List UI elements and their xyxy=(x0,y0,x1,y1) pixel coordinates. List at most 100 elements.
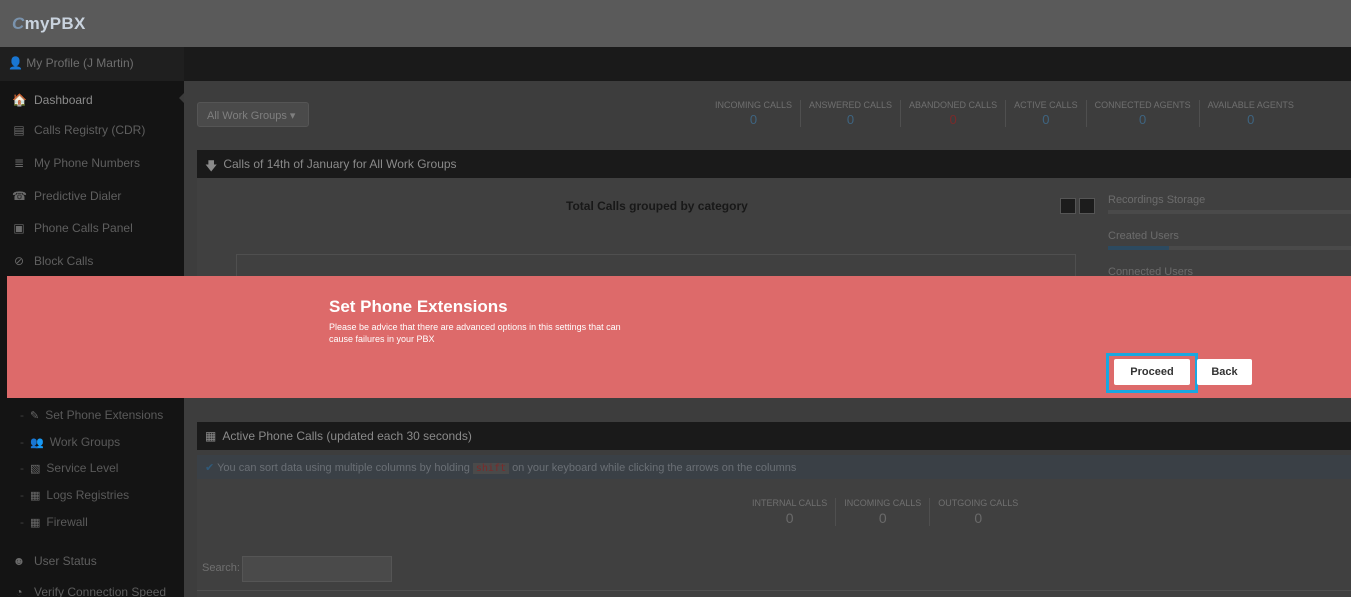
active-calls-header[interactable]: ▦ Active Phone Calls (updated each 30 se… xyxy=(197,422,1351,450)
side-metrics: Recordings Storage Created Users Connect… xyxy=(1108,194,1351,282)
section-title: Calls of 14th of January for All Work Gr… xyxy=(223,157,457,171)
menu-icon: ≣ xyxy=(13,156,25,170)
sidebar-item-label: Dashboard xyxy=(34,93,93,107)
stat-label: INCOMING CALLS xyxy=(844,498,922,508)
panel-icon: ▣ xyxy=(13,221,25,235)
stat-value: 0 xyxy=(974,510,983,526)
app-logo[interactable]: CmyPBX xyxy=(12,14,86,34)
menu-icon[interactable] xyxy=(1079,198,1095,214)
header-strip xyxy=(184,47,1351,81)
dashboard-stats: INCOMING CALLS 0 ANSWERED CALLS 0 ABANDO… xyxy=(707,100,1302,127)
arrow-down-icon: 🡇 xyxy=(205,159,218,173)
sidebar-item-block-calls[interactable]: ⊘ Block Calls xyxy=(0,245,184,277)
info-text: on your keyboard while clicking the arro… xyxy=(512,462,797,474)
stat-active-calls: ACTIVE CALLS 0 xyxy=(1005,100,1086,127)
metric-fill xyxy=(1108,246,1169,250)
stat-label: ABANDONED CALLS xyxy=(909,100,998,110)
metric-label: Recordings Storage xyxy=(1108,194,1206,206)
user-status-icon: ☻ xyxy=(12,554,26,568)
chart-title: Total Calls grouped by category xyxy=(566,199,748,213)
sidebar-subitem-label: Set Phone Extensions xyxy=(45,408,164,422)
sidebar-subitem-firewall[interactable]: - ▦ Firewall xyxy=(0,509,184,535)
stat-internal-calls: INTERNAL CALLS 0 xyxy=(744,498,835,526)
tree-dash: - xyxy=(20,461,24,475)
user-icon: 👤 xyxy=(8,56,23,70)
sidebar-item-label: Phone Calls Panel xyxy=(34,221,133,235)
stat-value: 0 xyxy=(846,112,855,127)
sidebar-item-label: My Phone Numbers xyxy=(34,156,141,170)
image-icon: ▧ xyxy=(30,462,41,475)
users-icon: 👥 xyxy=(30,436,44,449)
profile-label: My Profile (J Martin) xyxy=(26,56,134,70)
tree-dash: - xyxy=(20,488,24,502)
table-icon: ▦ xyxy=(205,429,217,443)
alert-title: Set Phone Extensions xyxy=(329,297,508,316)
home-icon: 🏠 xyxy=(12,93,27,107)
stat-label: AVAILABLE AGENTS xyxy=(1207,100,1294,110)
metric-label: Created Users xyxy=(1108,230,1179,242)
stat-value: 0 xyxy=(1247,112,1255,127)
tree-dash: - xyxy=(20,435,24,449)
stat-value: 0 xyxy=(878,510,887,526)
sidebar-item-predictive-dialer[interactable]: ☎ Predictive Dialer xyxy=(0,180,184,212)
tree-dash: - xyxy=(20,408,24,422)
sidebar-subitem-label: Service Level xyxy=(46,461,119,475)
sidebar-subitem-service-level[interactable]: - ▧ Service Level xyxy=(0,455,184,481)
sidebar-subitem-logs-registries[interactable]: - ▦ Logs Registries xyxy=(0,482,184,508)
sidebar-subitem-label: Firewall xyxy=(46,515,88,529)
stat-value: 0 xyxy=(1139,112,1147,127)
calls-section-header[interactable]: 🡇 Calls of 14th of January for All Work … xyxy=(197,150,1351,178)
sort-info-bar: ✔ You can sort data using multiple colum… xyxy=(197,455,1351,479)
sidebar-item-phone-calls-panel[interactable]: ▣ Phone Calls Panel xyxy=(0,212,184,244)
sidebar-item-label: Calls Registry (CDR) xyxy=(34,123,146,137)
stat-answered-calls: ANSWERED CALLS 0 xyxy=(800,100,900,127)
sidebar-item-calls-registry[interactable]: ▤ Calls Registry (CDR) xyxy=(0,114,184,146)
sidebar-item-verify-connection-speed[interactable]: ◔ Verify Connection Speed xyxy=(0,576,184,597)
edit-icon: ✎ xyxy=(30,409,40,422)
stat-incoming-calls: INCOMING CALLS 0 xyxy=(707,100,800,127)
chart-area xyxy=(236,254,1076,276)
sidebar-item-label: Verify Connection Speed xyxy=(34,585,167,597)
section-title: Active Phone Calls (updated each 30 seco… xyxy=(222,429,472,443)
stat-label: INTERNAL CALLS xyxy=(752,498,828,508)
work-groups-dropdown[interactable]: All Work Groups ▾ xyxy=(197,102,309,127)
stat-label: ANSWERED CALLS xyxy=(809,100,893,110)
sidebar-item-phone-numbers[interactable]: ≣ My Phone Numbers xyxy=(0,147,184,179)
table-header xyxy=(197,590,1351,597)
stat-value: 0 xyxy=(785,510,794,526)
sidebar-profile[interactable]: 👤 My Profile (J Martin) xyxy=(0,47,184,81)
speed-icon: ◔ xyxy=(15,585,23,597)
logo-text: myPBX xyxy=(24,14,86,33)
stat-label: OUTGOING CALLS xyxy=(938,498,1019,508)
active-calls-stats: INTERNAL CALLS 0 INCOMING CALLS 0 OUTGOI… xyxy=(744,498,1026,526)
alert-message: Please be advice that there are advanced… xyxy=(329,322,621,344)
search-input[interactable] xyxy=(242,556,392,582)
list-icon: ▤ xyxy=(13,123,25,137)
stat-abandoned-calls: ABANDONED CALLS 0 xyxy=(900,100,1005,127)
metric-bar xyxy=(1108,210,1351,214)
info-text: You can sort data using multiple columns… xyxy=(217,462,470,474)
block-icon: ⊘ xyxy=(13,254,25,268)
stat-label: CONNECTED AGENTS xyxy=(1094,100,1191,110)
sidebar-subitem-work-groups[interactable]: - 👥 Work Groups xyxy=(0,429,184,455)
check-icon: ✔ xyxy=(205,462,215,474)
stat-connected-agents: CONNECTED AGENTS 0 xyxy=(1085,100,1199,127)
search-label: Search: xyxy=(202,562,240,574)
back-button[interactable]: Back xyxy=(1197,359,1252,385)
sidebar-item-user-status[interactable]: ☻ User Status xyxy=(0,545,184,577)
stat-outgoing-calls: OUTGOING CALLS 0 xyxy=(929,498,1026,526)
stat-available-agents: AVAILABLE AGENTS 0 xyxy=(1198,100,1302,127)
shift-key: shift xyxy=(472,463,509,474)
top-bar: CmyPBX xyxy=(0,0,1351,47)
proceed-button[interactable]: Proceed xyxy=(1114,359,1190,385)
sidebar-item-dashboard[interactable]: 🏠 Dashboard xyxy=(0,84,184,116)
stat-value: 0 xyxy=(1042,112,1050,127)
refresh-icon[interactable] xyxy=(1060,198,1076,214)
sidebar-subitem-set-phone-extensions[interactable]: - ✎ Set Phone Extensions xyxy=(0,402,184,428)
stat-value: 0 xyxy=(749,112,758,127)
tree-dash: - xyxy=(20,515,24,529)
sidebar-item-label: User Status xyxy=(34,554,97,568)
stat-label: INCOMING CALLS xyxy=(715,100,793,110)
sidebar-item-label: Block Calls xyxy=(34,254,94,268)
sidebar-item-label: Predictive Dialer xyxy=(34,189,122,203)
